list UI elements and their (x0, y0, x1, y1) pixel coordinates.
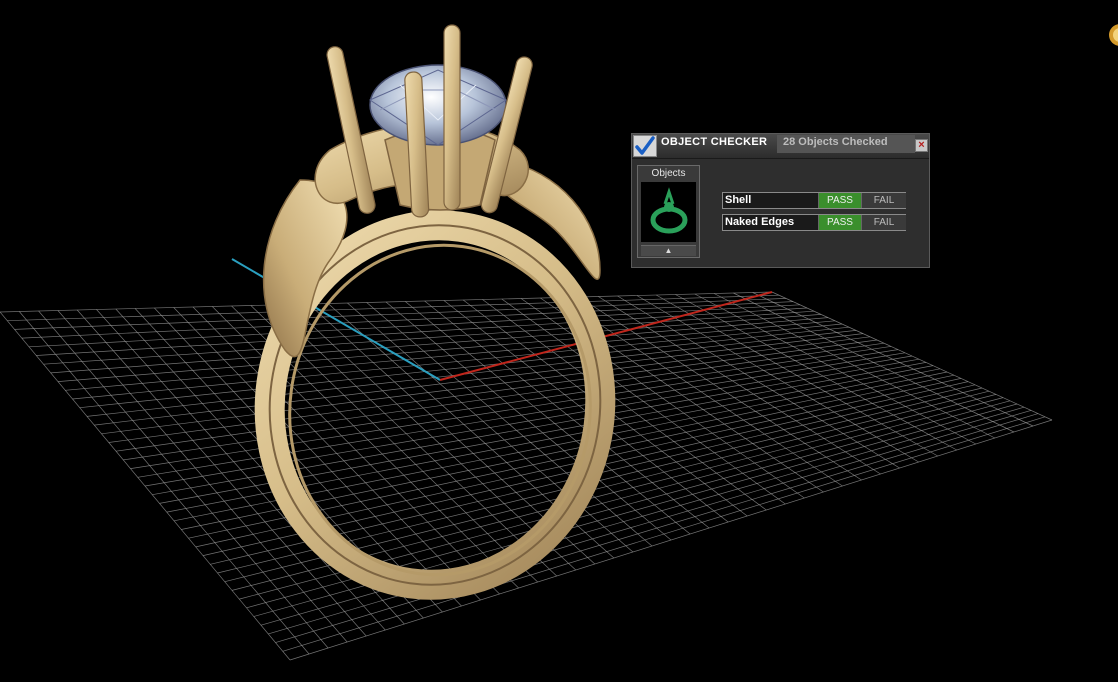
shell-fail-indicator: FAIL (861, 193, 906, 208)
naked-edges-check-row: Naked Edges PASS FAIL (722, 214, 906, 231)
naked-edges-fail-indicator: FAIL (861, 215, 906, 230)
objects-label: Objects (651, 168, 686, 179)
panel-title: OBJECT CHECKER (661, 136, 768, 148)
app-logo-icon (1109, 24, 1118, 46)
shell-check-label: Shell (725, 194, 752, 206)
3d-viewport[interactable] (0, 0, 1118, 682)
close-icon[interactable]: × (915, 139, 928, 152)
checkmark-icon (633, 135, 657, 157)
ring-model[interactable] (247, 24, 624, 606)
scroll-up-icon[interactable]: ▲ (641, 245, 696, 256)
diamond-gem (368, 64, 508, 146)
shell-pass-indicator: PASS (818, 193, 861, 208)
objects-checked-status: 28 Objects Checked (777, 135, 915, 153)
ring-thumbnail-icon[interactable] (641, 182, 696, 242)
shell-check-row: Shell PASS FAIL (722, 192, 906, 209)
panel-titlebar[interactable]: OBJECT CHECKER 28 Objects Checked × (632, 134, 929, 159)
naked-edges-pass-indicator: PASS (818, 215, 861, 230)
grid-plane (0, 291, 1053, 661)
naked-edges-check-label: Naked Edges (725, 216, 795, 228)
objects-list[interactable]: Objects ▲ (637, 165, 700, 258)
object-checker-panel: OBJECT CHECKER 28 Objects Checked × Obje… (631, 133, 930, 268)
